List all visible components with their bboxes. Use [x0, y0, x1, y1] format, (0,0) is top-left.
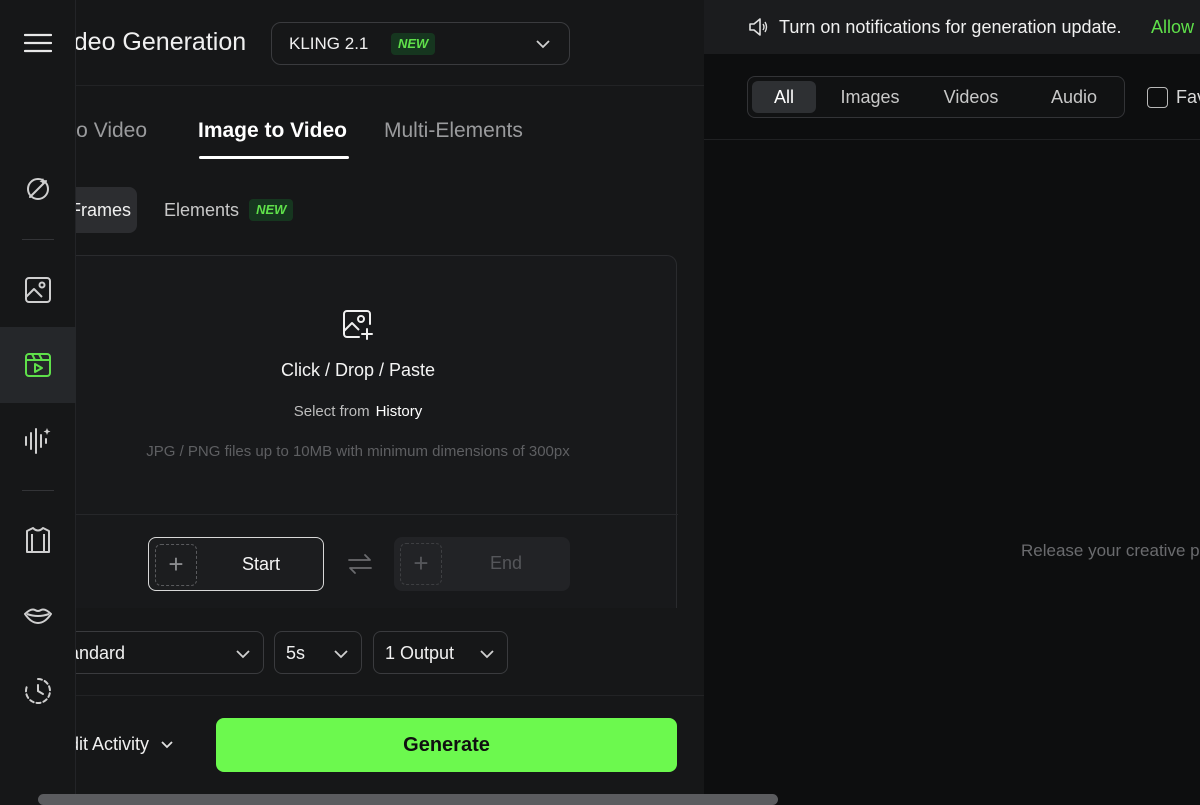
filter-tab-all[interactable]: All — [752, 81, 816, 113]
filter-tab-audio[interactable]: Audio — [1034, 81, 1114, 113]
panel-header: Video Generation KLING 2.1 NEW — [0, 0, 704, 86]
sidebar-item-try-on[interactable] — [0, 502, 76, 578]
elements-new-badge: NEW — [249, 199, 294, 221]
audio-icon — [25, 428, 51, 454]
filter-tab-images[interactable]: Images — [826, 81, 914, 113]
video-icon — [25, 353, 51, 377]
speaker-icon — [749, 18, 768, 36]
chevron-down-icon — [536, 40, 550, 49]
history-icon — [25, 678, 51, 704]
menu-button[interactable] — [0, 5, 76, 81]
sidebar-divider — [22, 490, 54, 491]
swap-icon[interactable] — [347, 553, 373, 575]
upload-title: Click / Drop / Paste — [280, 360, 436, 380]
favorites-checkbox[interactable] — [1147, 87, 1168, 108]
model-select[interactable]: KLING 2.1 NEW — [271, 22, 570, 65]
upload-hint: JPG / PNG files up to 10MB with minimum … — [146, 443, 570, 460]
select-from-label: Select from — [293, 403, 370, 420]
empty-state-text: Release your creative potential — [1021, 541, 1200, 560]
footer-divider — [0, 695, 704, 696]
model-select-label: KLING 2.1 — [289, 34, 369, 53]
mode-tabs: Text to Video Image to Video Multi-Eleme… — [0, 100, 704, 160]
favorites-label: Favorites — [1176, 87, 1200, 107]
tab-multi-elements[interactable]: Multi-Elements — [384, 119, 523, 143]
duration-select-label: 5s — [286, 643, 306, 663]
end-frame-button[interactable]: + End — [394, 537, 570, 591]
history-link[interactable]: History — [376, 403, 423, 420]
chevron-down-icon — [236, 650, 250, 659]
magic-wand-icon — [27, 178, 49, 200]
page-title: Video Generation — [52, 28, 247, 56]
sidebar-item-history[interactable] — [0, 653, 76, 729]
filter-tabs: All Images Videos Audio — [747, 76, 1125, 118]
sidebar-item-image[interactable] — [0, 252, 76, 328]
start-frame-label: Start — [241, 554, 280, 574]
horizontal-scrollbar[interactable] — [38, 794, 778, 805]
tab-image-to-video[interactable]: Image to Video — [198, 119, 347, 143]
image-icon — [25, 277, 51, 303]
image-upload-dropzone[interactable]: Click / Drop / Paste Select from History … — [40, 255, 678, 608]
subtab-elements[interactable]: Elements NEW — [164, 187, 294, 233]
sidebar — [0, 0, 76, 805]
menu-icon — [24, 33, 52, 53]
subtab-elements-label: Elements — [164, 200, 240, 220]
sidebar-item-home[interactable] — [0, 151, 76, 227]
sidebar-item-audio[interactable] — [0, 402, 76, 478]
notification-text: Turn on notifications for generation upd… — [779, 17, 1122, 37]
sidebar-divider — [22, 239, 54, 240]
plus-icon: + — [400, 543, 442, 585]
filter-bar: All Images Videos Audio Favorites — [704, 54, 1200, 140]
chevron-down-icon — [480, 650, 494, 659]
duration-select[interactable]: 5s — [274, 631, 362, 674]
notification-bar: Turn on notifications for generation upd… — [704, 0, 1200, 54]
plus-icon: + — [155, 544, 197, 586]
outputs-select[interactable]: 1 Output — [373, 631, 508, 674]
chevron-down-icon — [334, 650, 348, 659]
lips-icon — [24, 608, 52, 624]
outfit-icon — [26, 527, 50, 553]
generate-button[interactable]: Generate — [216, 718, 677, 772]
outputs-select-label: 1 Output — [385, 643, 455, 663]
history-row: Select from History — [41, 403, 675, 420]
model-new-badge: NEW — [391, 33, 436, 55]
end-frame-label: End — [489, 553, 523, 573]
sidebar-item-lip-sync[interactable] — [0, 577, 76, 653]
allow-notifications-link[interactable]: Allow — [1151, 17, 1194, 38]
active-tab-indicator — [199, 156, 349, 159]
start-frame-button[interactable]: + Start — [148, 537, 324, 591]
generation-panel: Video Generation KLING 2.1 NEW Text to V… — [0, 0, 704, 805]
sidebar-item-video[interactable] — [0, 327, 76, 403]
frames-divider — [41, 514, 678, 515]
filter-tab-videos[interactable]: Videos — [930, 81, 1012, 113]
add-image-icon — [343, 310, 373, 340]
subtab-frames-label: Frames — [70, 200, 132, 220]
chevron-down-icon — [161, 741, 173, 749]
